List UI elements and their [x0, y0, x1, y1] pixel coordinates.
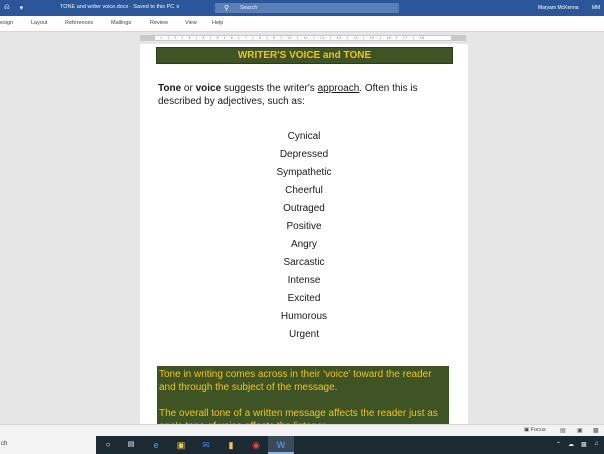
redo-icon[interactable]: ⎌: [4, 4, 10, 12]
taskbar: ch ○ ▤ e ▣ ✉ ▮ ◉ W ⌃ ☁ ▩ ♫: [0, 436, 604, 454]
status-bar: ▣ Focus ▤ ▣ ▩: [0, 424, 604, 436]
list-item: Cynical: [287, 131, 321, 142]
quick-access-toolbar: ⎌ ▾: [4, 4, 23, 12]
focus-label: Focus: [530, 427, 546, 433]
document-title[interactable]: TONE and writer voice.docx · Saved to th…: [60, 4, 180, 10]
intro-text-1: or: [181, 83, 196, 94]
user-name[interactable]: Maryam McKenna: [538, 5, 579, 11]
mail-icon[interactable]: ✉: [200, 439, 212, 451]
page-title: WRITER'S VOICE and TONE: [156, 47, 453, 64]
tab-mailings[interactable]: Mailings: [111, 20, 131, 26]
definition-box: Tone in writing comes across in their ‘v…: [157, 366, 449, 432]
tab-design[interactable]: esign: [0, 20, 13, 26]
list-item: Cheerful: [285, 185, 323, 196]
ruler-left-margin: [141, 36, 155, 40]
intro-bold-voice: voice: [195, 83, 222, 94]
edge-icon[interactable]: e: [150, 439, 162, 451]
tab-review[interactable]: Review: [150, 20, 168, 26]
title-bar: ⎌ ▾ TONE and writer voice.docx · Saved t…: [0, 0, 604, 16]
cortana-icon[interactable]: ○: [102, 439, 114, 451]
chrome-icon[interactable]: ◉: [250, 439, 262, 451]
tray-chevron-icon[interactable]: ⌃: [556, 441, 561, 448]
taskbar-search-text: ch: [1, 441, 8, 447]
ruler-right-margin: [451, 36, 465, 40]
file-explorer-icon[interactable]: ▮: [225, 439, 237, 451]
tab-layout[interactable]: Layout: [31, 20, 48, 26]
tab-view[interactable]: View: [185, 20, 197, 26]
search-icon: ⚲: [224, 5, 230, 12]
document-page[interactable]: WRITER'S VOICE and TONE Tone or voice su…: [140, 44, 468, 432]
focus-icon: ▣: [524, 427, 530, 433]
volume-icon[interactable]: ♫: [594, 441, 599, 447]
customize-toolbar-icon[interactable]: ▾: [20, 4, 24, 12]
horizontal-ruler[interactable]: · 1 · 1 · 2 · 1 · 3 · 1 · 4 · 1 · 5 · 1 …: [140, 35, 466, 41]
focus-mode-button[interactable]: ▣ Focus: [524, 427, 546, 433]
list-item: Sympathetic: [276, 167, 332, 178]
store-icon[interactable]: ▣: [175, 439, 187, 451]
box-paragraph-1: Tone in writing comes across in their ‘v…: [159, 369, 432, 393]
task-view-icon[interactable]: ▤: [125, 439, 137, 451]
list-item: Outraged: [283, 203, 325, 214]
word-icon[interactable]: W: [275, 439, 287, 451]
list-item: Angry: [290, 239, 318, 250]
search-box[interactable]: ⚲ Search: [215, 3, 399, 13]
list-item: Sarcastic: [283, 257, 325, 268]
user-avatar[interactable]: MM: [592, 3, 604, 13]
taskbar-search-input[interactable]: ch: [0, 436, 96, 454]
list-item: Excited: [287, 293, 321, 304]
search-placeholder: Search: [240, 5, 258, 11]
web-layout-icon[interactable]: ▩: [593, 427, 599, 434]
list-item: Humorous: [280, 311, 328, 322]
intro-underlined-approach: approach: [317, 83, 360, 94]
intro-text-2: suggests the writer's: [221, 83, 318, 94]
tab-references[interactable]: References: [65, 20, 93, 26]
intro-bold-tone: Tone: [158, 83, 182, 94]
intro-paragraph: Tone or voice suggests the writer's appr…: [158, 82, 452, 108]
list-item: Positive: [286, 221, 322, 232]
tab-help[interactable]: Help: [212, 20, 223, 26]
list-item: Urgent: [288, 329, 319, 340]
document-area: · 1 · 1 · 2 · 1 · 3 · 1 · 4 · 1 · 5 · 1 …: [0, 32, 604, 432]
print-layout-icon[interactable]: ▣: [577, 427, 583, 434]
ribbon-tabs: esign Layout References Mailings Review …: [0, 16, 604, 32]
read-mode-icon[interactable]: ▤: [560, 427, 566, 434]
onedrive-icon[interactable]: ☁: [568, 441, 574, 448]
list-item: Intense: [287, 275, 321, 286]
list-item: Depressed: [279, 149, 329, 160]
ruler-marks: · 1 · 1 · 2 · 1 · 3 · 1 · 4 · 1 · 5 · 1 …: [157, 36, 425, 40]
network-icon[interactable]: ▩: [581, 441, 587, 448]
